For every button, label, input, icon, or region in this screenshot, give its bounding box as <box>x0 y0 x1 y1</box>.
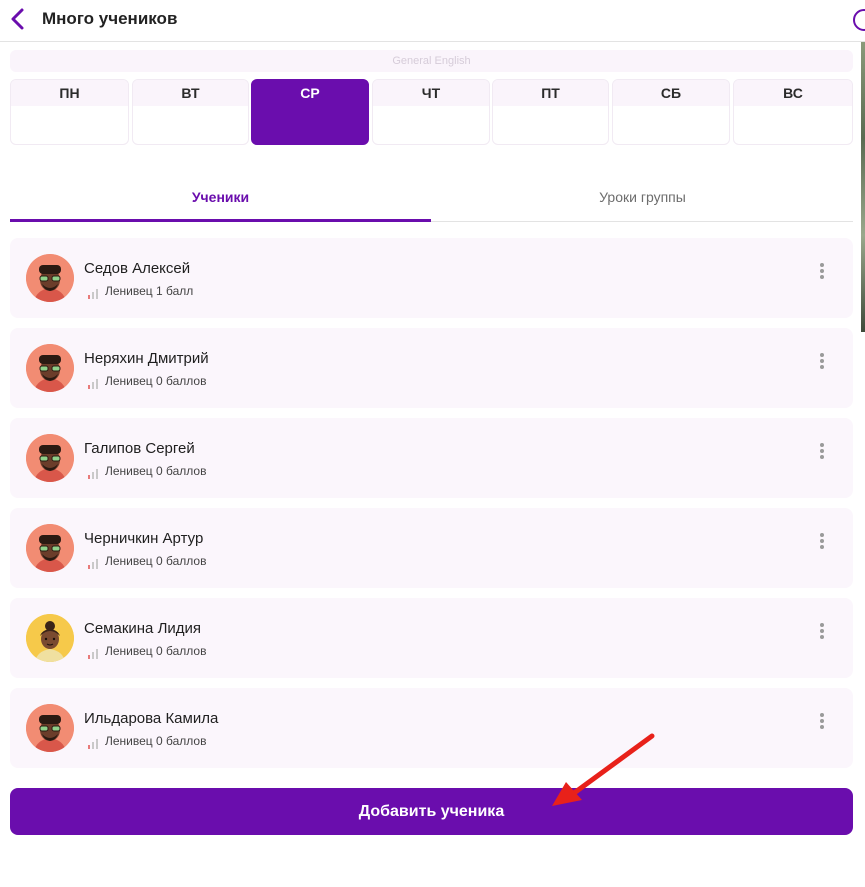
background-window-edge <box>861 42 865 332</box>
more-vertical-icon[interactable] <box>816 442 828 462</box>
day-5[interactable]: СБ <box>612 79 730 145</box>
rank-bars-icon <box>88 556 100 569</box>
student-rank: Ленивец 0 баллов <box>105 374 207 388</box>
day-0[interactable]: ПН <box>10 79 129 145</box>
day-label: СБ <box>613 80 729 106</box>
student-card[interactable]: Семакина Лидия Ленивец 0 баллов <box>10 598 853 678</box>
avatar <box>26 344 74 392</box>
student-rank: Ленивец 0 баллов <box>105 554 207 568</box>
student-card[interactable]: Черничкин Артур Ленивец 0 баллов <box>10 508 853 588</box>
tab-bar: Ученики Уроки группы <box>10 180 853 222</box>
rank-bars-icon <box>88 466 100 479</box>
more-vertical-icon[interactable] <box>816 712 828 732</box>
day-label: ВС <box>734 80 852 106</box>
tab-group-lessons[interactable]: Уроки группы <box>432 180 853 222</box>
rank-bars-icon <box>88 376 100 389</box>
student-name: Седов Алексей <box>84 260 191 277</box>
student-rank: Ленивец 0 баллов <box>105 644 207 658</box>
day-label: ВТ <box>133 80 248 106</box>
rank-bars-icon <box>88 736 100 749</box>
day-6[interactable]: ВС <box>733 79 853 145</box>
avatar <box>26 704 74 752</box>
avatar <box>26 434 74 482</box>
student-name: Черничкин Артур <box>84 530 204 547</box>
back-button[interactable] <box>8 6 30 32</box>
student-card[interactable]: Ильдарова Камила Ленивец 0 баллов <box>10 688 853 768</box>
student-card[interactable]: Седов Алексей Ленивец 1 балл <box>10 238 853 318</box>
more-vertical-icon[interactable] <box>816 352 828 372</box>
add-student-button[interactable]: Добавить ученика <box>10 788 853 835</box>
day-3[interactable]: ЧТ <box>372 79 490 145</box>
student-rank: Ленивец 0 баллов <box>105 734 207 748</box>
student-name: Ильдарова Камила <box>84 710 219 727</box>
student-name: Семакина Лидия <box>84 620 202 637</box>
day-label: ЧТ <box>373 80 489 106</box>
top-bar: Много учеников <box>0 0 865 42</box>
student-rank: Ленивец 0 баллов <box>105 464 207 478</box>
rank-bars-icon <box>88 286 100 299</box>
chevron-left-icon <box>11 8 24 30</box>
day-2[interactable]: СР <box>251 79 369 145</box>
tab-students[interactable]: Ученики <box>10 180 431 222</box>
student-card[interactable]: Неряхин Дмитрий Ленивец 0 баллов <box>10 328 853 408</box>
day-4[interactable]: ПТ <box>492 79 609 145</box>
student-name: Неряхин Дмитрий <box>84 350 209 367</box>
student-card[interactable]: Галипов Сергей Ленивец 0 баллов <box>10 418 853 498</box>
more-vertical-icon[interactable] <box>816 532 828 552</box>
student-rank: Ленивец 1 балл <box>105 284 194 298</box>
day-label: ПН <box>11 80 128 106</box>
help-icon[interactable] <box>853 9 865 31</box>
weekday-selector: ПН ВТ СР ЧТ ПТ СБ ВС <box>10 79 853 145</box>
page-title: Много учеников <box>42 9 178 28</box>
rank-bars-icon <box>88 646 100 659</box>
student-name: Галипов Сергей <box>84 440 195 457</box>
avatar <box>26 524 74 572</box>
student-list: Седов Алексей Ленивец 1 балл Неряхин Дмитр… <box>10 238 853 778</box>
course-name: General English <box>10 50 853 72</box>
day-label: СР <box>252 80 368 106</box>
more-vertical-icon[interactable] <box>816 622 828 642</box>
avatar <box>26 254 74 302</box>
more-vertical-icon[interactable] <box>816 262 828 282</box>
day-label: ПТ <box>493 80 608 106</box>
day-1[interactable]: ВТ <box>132 79 249 145</box>
avatar <box>26 614 74 662</box>
